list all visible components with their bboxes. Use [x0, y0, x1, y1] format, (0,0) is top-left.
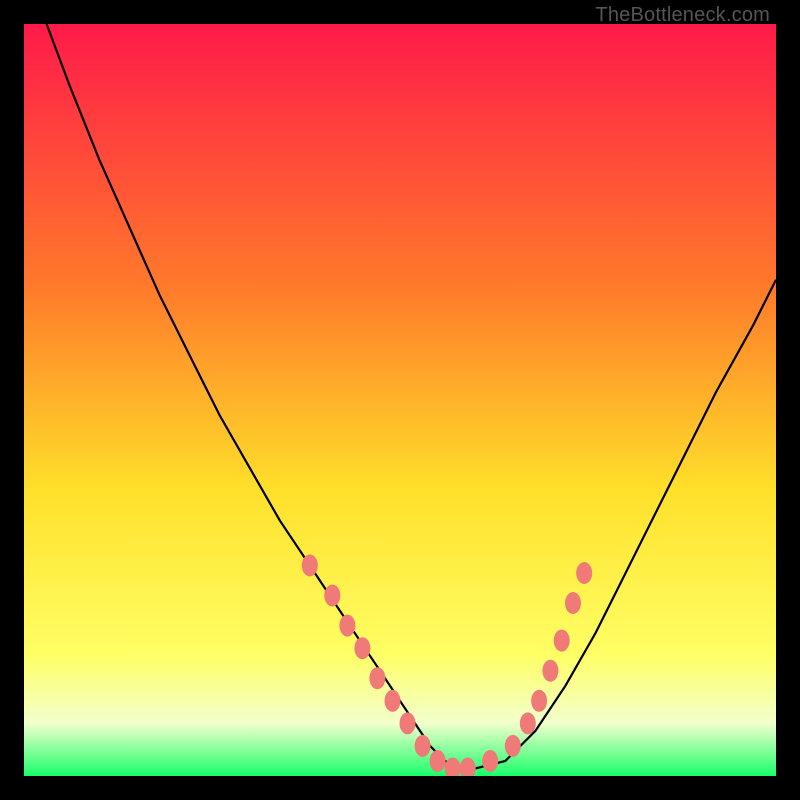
curve-marker [324, 585, 340, 607]
curve-marker [565, 592, 581, 614]
curve-marker [576, 562, 592, 584]
curve-marker [542, 660, 558, 682]
curve-marker [554, 630, 570, 652]
chart-frame [24, 24, 776, 776]
curve-marker [415, 735, 431, 757]
chart-svg [24, 24, 776, 776]
curve-marker [369, 667, 385, 689]
gradient-bg [24, 24, 776, 776]
curve-marker [520, 712, 536, 734]
curve-marker [354, 637, 370, 659]
curve-marker [430, 750, 446, 772]
curve-marker [400, 712, 416, 734]
curve-marker [339, 615, 355, 637]
curve-marker [385, 690, 401, 712]
watermark-text: TheBottleneck.com [595, 4, 770, 27]
curve-marker [531, 690, 547, 712]
curve-marker [302, 554, 318, 576]
curve-marker [505, 735, 521, 757]
curve-marker [482, 750, 498, 772]
